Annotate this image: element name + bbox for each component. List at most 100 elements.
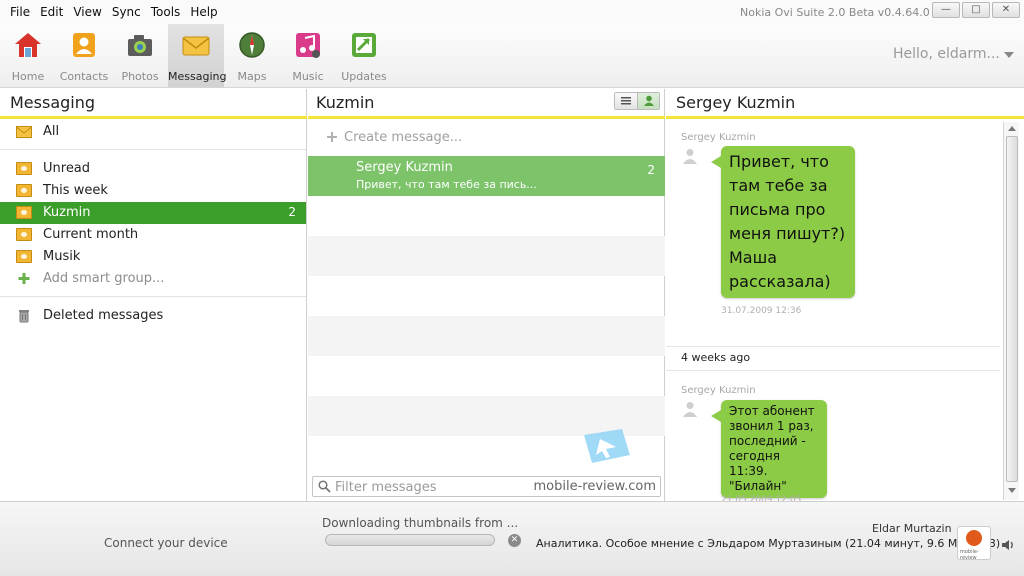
pane-title: Messaging — [10, 93, 96, 112]
music-icon — [296, 33, 320, 58]
conversation-count: 2 — [647, 163, 655, 177]
list-view-button[interactable] — [615, 93, 637, 109]
toolbar-label: Music — [292, 70, 324, 83]
divider — [666, 370, 1000, 371]
person-icon — [683, 149, 697, 164]
menu-file[interactable]: File — [10, 5, 30, 19]
toolbar-contacts[interactable]: Contacts — [56, 24, 112, 87]
conversation-pane: Sergey Kuzmin Sergey Kuzmin Привет, что … — [666, 89, 1024, 501]
title-bar: File Edit View Sync Tools Help Nokia Ovi… — [0, 0, 1024, 24]
search-icon — [318, 480, 331, 493]
toolbar-label: Messaging — [168, 70, 227, 83]
folder-kuzmin[interactable]: Kuzmin 2 — [0, 202, 306, 224]
pane-title: Sergey Kuzmin — [676, 93, 796, 112]
folder-label: Kuzmin — [43, 205, 91, 220]
menu-bar: File Edit View Sync Tools Help — [10, 5, 228, 19]
home-icon — [15, 33, 41, 57]
menu-tools[interactable]: Tools — [151, 5, 181, 19]
person-icon — [644, 95, 654, 106]
podcast-track[interactable]: Аналитика. Особое мнение с Эльдаром Мурт… — [536, 537, 1000, 550]
list-row-empty — [308, 316, 665, 356]
folder-label: Unread — [43, 161, 91, 176]
close-button[interactable]: ✕ — [992, 2, 1020, 18]
chevron-down-icon[interactable] — [1004, 52, 1014, 58]
folder-label: All — [43, 124, 60, 139]
main-toolbar: Home Contacts Photos Messaging Maps Musi… — [0, 24, 1024, 88]
photos-icon — [128, 35, 152, 56]
plus-icon — [18, 273, 30, 284]
pane-title: Kuzmin — [316, 93, 375, 112]
speaker-icon[interactable] — [1001, 539, 1015, 551]
folder-this-week[interactable]: This week — [0, 180, 306, 202]
divider — [666, 346, 1000, 347]
toolbar-updates[interactable]: Updates — [336, 24, 392, 87]
toolbar-label: Home — [11, 70, 45, 83]
message-bubble[interactable]: Привет, что там тебе за письма про меня … — [711, 146, 855, 298]
podcast-logo[interactable]: mobile-review — [957, 526, 991, 561]
add-smart-group-button[interactable]: Add smart group... — [0, 268, 306, 290]
updates-icon — [352, 33, 376, 57]
menu-sync[interactable]: Sync — [112, 5, 141, 19]
filter-messages-input[interactable]: Filter messages mobile-review.com — [312, 476, 661, 497]
scroll-down-icon[interactable] — [1008, 488, 1016, 493]
folder-label: Deleted messages — [43, 308, 164, 323]
divider — [666, 116, 1024, 119]
divider — [0, 149, 306, 150]
connect-device-link[interactable]: Connect your device — [104, 536, 228, 550]
divider — [0, 116, 307, 119]
status-bar: Connect your device Downloading thumbnai… — [0, 501, 1024, 576]
toolbar-messaging[interactable]: Messaging — [168, 24, 227, 87]
folder-all[interactable]: All — [0, 121, 306, 143]
conversation-item[interactable]: Sergey Kuzmin Привет, что там тебе за пи… — [308, 156, 665, 196]
toolbar-music[interactable]: Music — [280, 24, 336, 87]
folder-icon — [16, 206, 32, 219]
app-title: Nokia Ovi Suite 2.0 Beta v0.4.64.0 — [740, 6, 930, 19]
folder-current-month[interactable]: Current month — [0, 224, 306, 246]
podcast-author: Eldar Murtazin — [872, 522, 952, 535]
folder-unread[interactable]: Unread — [0, 158, 306, 180]
folder-icon — [16, 184, 32, 197]
conversation-scrollbar[interactable] — [1003, 122, 1019, 500]
folder-icon — [16, 162, 32, 175]
toolbar-label: Maps — [237, 70, 267, 83]
menu-edit[interactable]: Edit — [40, 5, 63, 19]
download-progress — [325, 534, 495, 546]
conversation-name: Sergey Kuzmin — [356, 160, 453, 175]
folder-icon — [16, 250, 32, 263]
minimize-button[interactable]: — — [932, 2, 960, 18]
toolbar-photos[interactable]: Photos — [112, 24, 168, 87]
watermark-text: mobile-review.com — [533, 479, 656, 494]
list-row-empty — [308, 276, 665, 316]
cancel-download-button[interactable]: ✕ — [508, 534, 521, 547]
add-smart-group-label: Add smart group... — [43, 271, 165, 286]
folder-musik[interactable]: Musik — [0, 246, 306, 268]
message-date: 31.07.2009 12:36 — [721, 306, 802, 316]
menu-help[interactable]: Help — [190, 5, 217, 19]
folder-label: Current month — [43, 227, 139, 242]
message-sender: Sergey Kuzmin — [681, 385, 756, 396]
envelope-icon — [16, 126, 32, 138]
messaging-icon — [182, 36, 210, 56]
trash-icon — [19, 310, 29, 323]
scrollbar-thumb[interactable] — [1006, 136, 1018, 482]
time-separator: 4 weeks ago — [681, 351, 751, 364]
contact-view-button[interactable] — [637, 93, 659, 109]
maximize-button[interactable]: □ — [962, 2, 990, 18]
message-bubble[interactable]: Этот абонент звонил 1 раз, последний - с… — [711, 400, 827, 498]
podcast-logo-text: mobile-review — [960, 549, 979, 561]
scroll-up-icon[interactable] — [1008, 126, 1016, 131]
toolbar-label: Updates — [341, 70, 387, 83]
menu-view[interactable]: View — [73, 5, 101, 19]
folder-icon — [16, 228, 32, 241]
window-controls: — □ ✕ — [930, 2, 1020, 18]
user-greeting[interactable]: Hello, eldarm... — [893, 46, 1000, 62]
toolbar-maps[interactable]: Maps — [224, 24, 280, 87]
divider — [0, 296, 306, 297]
divider — [308, 116, 665, 119]
podcast-icon — [966, 530, 982, 546]
list-row-empty — [308, 236, 665, 276]
toolbar-home[interactable]: Home — [0, 24, 56, 87]
filter-placeholder: Filter messages — [335, 480, 437, 495]
folder-deleted[interactable]: Deleted messages — [0, 305, 306, 327]
download-status: Downloading thumbnails from ... — [322, 516, 519, 530]
